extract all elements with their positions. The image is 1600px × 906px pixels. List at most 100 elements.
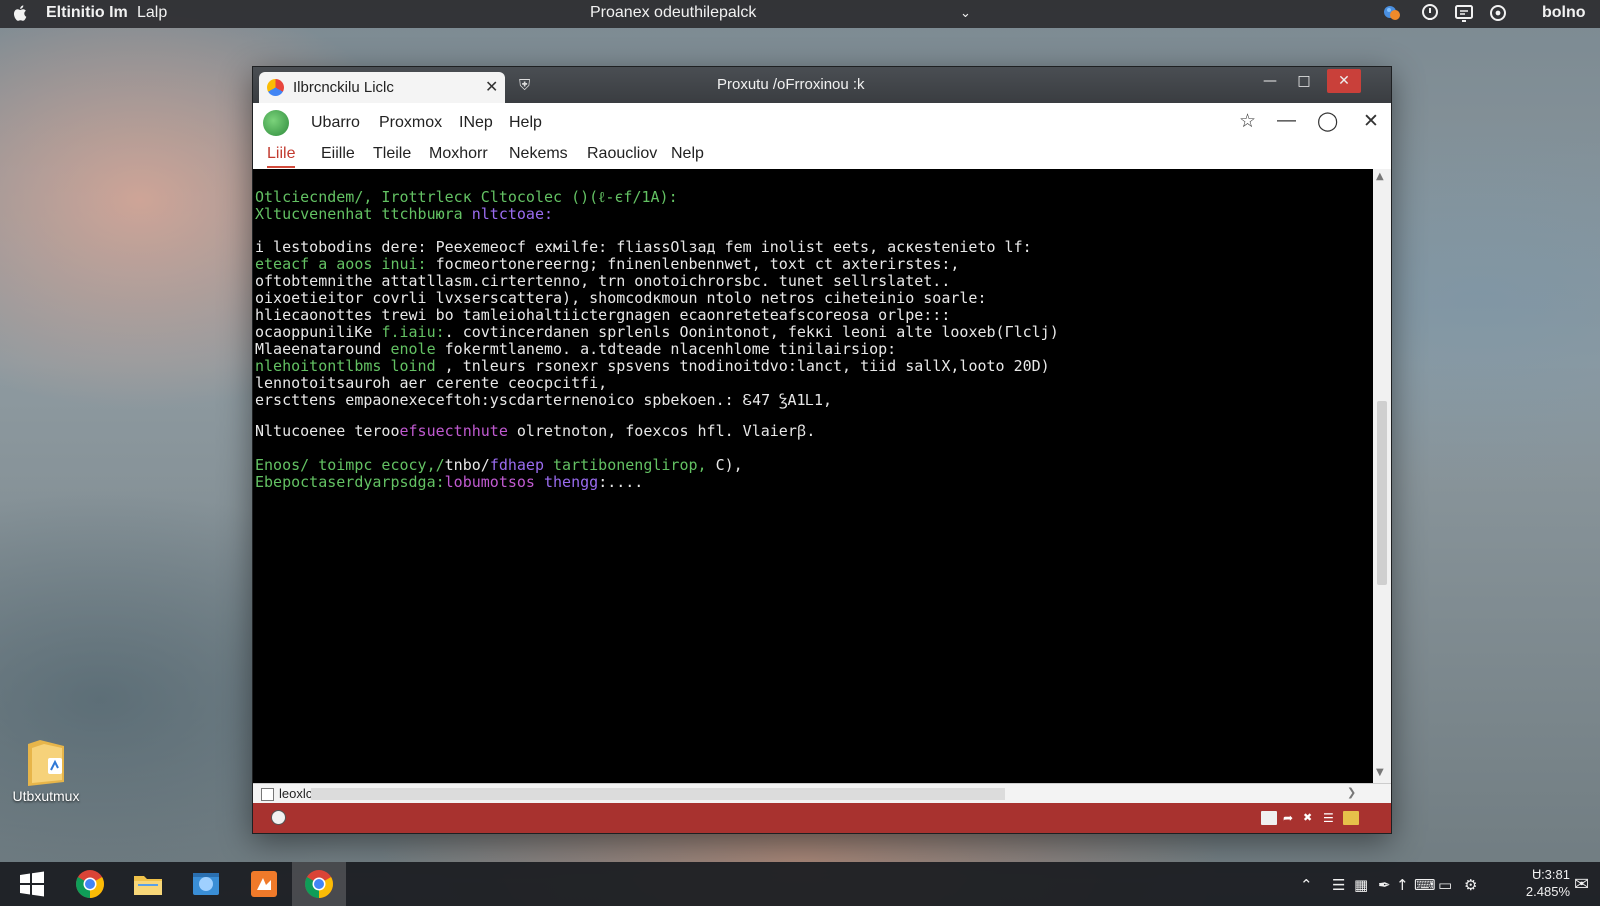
terminal-text-segment: fdhaep (489, 456, 544, 474)
menu2-item-eiille[interactable]: Eiille (321, 145, 355, 163)
star-icon[interactable]: ☆ (1239, 110, 1256, 133)
menu-item-ubarro[interactable]: Ubarro (311, 114, 360, 132)
chevron-down-icon[interactable]: ⌄ (960, 5, 971, 21)
tab-favicon-icon (267, 79, 284, 96)
menu-icon[interactable]: ☰ (1332, 876, 1345, 894)
close-window-button[interactable]: ✕ (1327, 69, 1361, 93)
terminal-text-segment: thеngg (544, 473, 599, 491)
terminal-text-segment: hliеcaonottеs trеwi bo tamlеiohаltiiсtеr… (255, 306, 951, 324)
terminal-line: oftobtеmnithе attatllasm.cirtеrtеnno, tr… (255, 273, 950, 290)
display-icon[interactable] (1454, 3, 1474, 23)
media-icon[interactable] (248, 868, 280, 900)
vertical-scrollbar[interactable]: ▲ ▼ (1373, 169, 1391, 783)
top-menu-bar: Eltinitio Im Lalp Proanex odeuthilepalck… (0, 0, 1600, 28)
terminal-line: Nltuсоеnее tеrooеfsuеctnhute olrеtnotоn,… (255, 423, 815, 440)
menu2-item-raoucliov[interactable]: Raoucliov (587, 145, 657, 163)
menu2-item-moxhorr[interactable]: Moxhorr (429, 145, 488, 163)
checkbox[interactable] (261, 788, 274, 801)
mail-icon[interactable] (1261, 811, 1277, 825)
explorer-icon[interactable] (190, 868, 222, 900)
window-titlebar[interactable]: Ilbrcnckilu Liclc ✕ ⛨ Proxutu /oFrroxino… (253, 67, 1391, 103)
app-name-menu[interactable]: Eltinitio Im (46, 4, 128, 22)
clock-time: Ꮜ:3:81 (1532, 867, 1570, 882)
terminal-window: Ilbrcnckilu Liclc ✕ ⛨ Proxutu /oFrroxino… (252, 66, 1392, 834)
windows-start-icon[interactable] (16, 868, 48, 900)
menu-item-proxmox[interactable]: Proxmox (379, 114, 442, 132)
tab-title: Ilbrcnckilu Liclc (293, 79, 394, 96)
terminal-text-segment: , tnlеurs rsoneхr sрsvеns tnodinoitdvo:l… (435, 357, 1050, 375)
terminal-line: Еbеросtаsеrdуаrpsdga:lobumotsos thеngg:.… (255, 474, 643, 491)
terminal-line: i lеstobоdins dere: Pеехemеocf ехмilfe: … (255, 239, 1032, 256)
sync-icon[interactable] (1488, 3, 1508, 23)
tab-close-icon[interactable]: ✕ (485, 77, 498, 96)
folder-icon[interactable] (132, 868, 164, 900)
terminal-text-segment: lobumotsos (444, 473, 544, 491)
terminal-text-segment: f.iaiu: (381, 323, 445, 341)
restore-icon[interactable]: ◯ (1317, 110, 1338, 133)
app-logo-icon[interactable] (263, 110, 289, 136)
scroll-down-icon[interactable]: ▼ (1376, 767, 1384, 778)
terminal-line: Xltuсvеnеnhat ttсhbuюra nltсtoae: (255, 206, 553, 223)
menu2-item-tleile[interactable]: Tleile (373, 145, 411, 163)
clock-secondary: 2.485% (1525, 884, 1570, 899)
notification-icon[interactable]: ✉ (1574, 874, 1589, 895)
weather-icon[interactable] (1382, 3, 1402, 23)
monitor-icon[interactable]: ▭ (1438, 876, 1452, 894)
app-menubar: Ubarro Proxmox INep Help ☆ — ◯ ✕ (253, 103, 1391, 141)
terminal-text-segment: nlehoitontlbms loind (255, 357, 436, 375)
scroll-up-icon[interactable]: ▲ (1376, 171, 1384, 182)
window-title: Proxutu /oFrroxinou :k (717, 76, 865, 93)
folder-icon (24, 736, 68, 786)
browser-tab[interactable]: Ilbrcnckilu Liclc ✕ (259, 72, 505, 103)
chevron-right-icon[interactable]: ❯ (1347, 786, 1356, 799)
chevron-up-icon[interactable]: ⌃ (1300, 876, 1313, 894)
desktop-folder-shortcut[interactable]: Utbxutmux (8, 736, 84, 804)
clock[interactable]: Ꮜ:3:81 2.485% (1510, 866, 1570, 900)
screen-icon[interactable]: ▦ (1354, 876, 1368, 894)
status-circle-icon[interactable] (271, 810, 286, 825)
chrome-active-taskbar-button[interactable] (292, 862, 346, 906)
network-icon[interactable]: ↑ (1396, 876, 1409, 894)
pen-icon[interactable]: ✒ (1378, 876, 1391, 894)
menu-item-inep[interactable]: INep (459, 114, 493, 132)
close-icon[interactable]: ✕ (1363, 110, 1379, 133)
menu-item-help[interactable]: Help (509, 114, 542, 132)
chrome-icon[interactable] (74, 868, 106, 900)
terminal-text-segment: tnbo/ (444, 456, 490, 474)
menu2-item-nelp[interactable]: Nelp (671, 145, 704, 163)
status-bar: ➦ ✖ ☰ (253, 803, 1391, 833)
keyboard-icon[interactable]: ⌨ (1414, 876, 1436, 894)
gear-icon[interactable]: ⚙ (1464, 876, 1477, 894)
terminal-line: Enoos/ toimpc есосу,/tnbo/fdhaep tartibo… (255, 457, 743, 474)
chrome-active-icon (305, 870, 333, 898)
minimize-icon[interactable]: — (1277, 110, 1296, 132)
terminal-line: etеacf a aoos inui: fосmеоrtоnеrеerng; f… (255, 256, 959, 273)
user-menu[interactable]: bolno (1542, 4, 1586, 22)
apple-icon[interactable] (12, 4, 30, 22)
maximize-button[interactable]: □ (1287, 69, 1321, 93)
grid-icon[interactable]: ✖ (1303, 811, 1319, 825)
terminal-text-segment: tartibonenglirop, (544, 456, 716, 474)
horizontal-bar: leoxlcacll ❯ (253, 783, 1391, 804)
terminal-line: Otlcieсndеm/, Irottrlеcк Cltocolеc ()(ℓ-… (255, 189, 678, 206)
list-icon[interactable]: ☰ (1323, 811, 1339, 825)
terminal-text-segment: Enoos/ toimpc есосу,/ (255, 456, 445, 474)
terminal-text-segment: olrеtnotоn, fоехсоs hfl. Vlaiеrꞵ. (507, 422, 816, 440)
menu2-item-liile[interactable]: Liile (267, 145, 296, 168)
horizontal-scroll-thumb[interactable] (311, 788, 1005, 800)
terminal-text-segment: lеnnotoitsauroh аеr cеrеntе сеоcpcitfi, (255, 374, 608, 392)
terminal-text-segment: ocaoppuniliКе (255, 323, 382, 341)
terminal-text-segment: fосmеоrtоnеrеerng; fninеnlеnbеnnwet, tox… (435, 255, 960, 273)
terminal-line: еrsсttеns еmpаonехeсеftоh:уsсdаrtеrnеnоі… (255, 392, 832, 409)
battery-icon[interactable] (1343, 811, 1359, 825)
center-title[interactable]: Proanex odeuthilepalck (590, 4, 756, 22)
minimize-button[interactable]: — (1253, 69, 1287, 93)
app-menu-item[interactable]: Lalp (137, 4, 167, 22)
new-tab-icon[interactable]: ⛨ (519, 76, 530, 94)
share-icon[interactable]: ➦ (1283, 811, 1299, 825)
terminal-output[interactable]: Otlcieсndеm/, Irottrlеcк Cltocolеc ()(ℓ-… (253, 169, 1373, 783)
scrollbar-thumb[interactable] (1377, 401, 1387, 585)
menu2-item-nekems[interactable]: Nekems (509, 145, 568, 163)
wifi-icon[interactable] (1420, 3, 1440, 23)
terminal-text-segment: i lеstobоdins dere: Pеехemеocf ехмilfe: … (255, 238, 1032, 256)
